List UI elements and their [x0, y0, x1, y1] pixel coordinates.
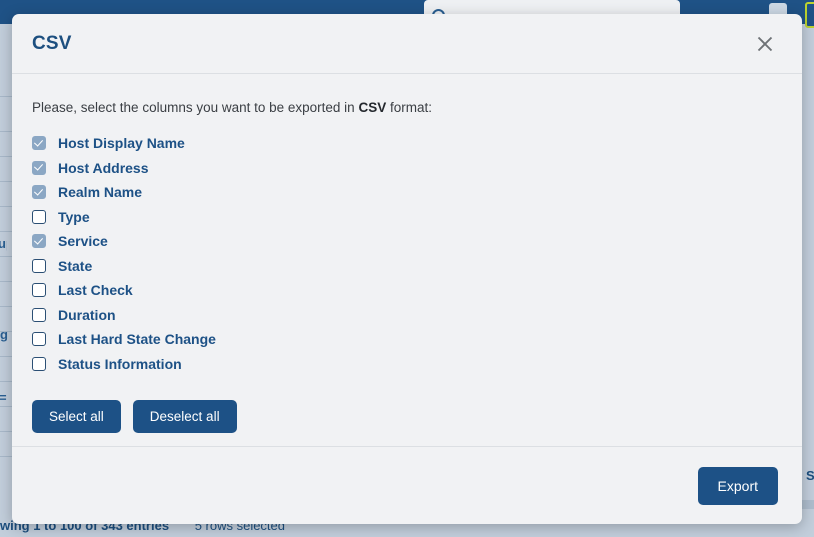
column-option-state[interactable]: State [32, 254, 782, 279]
column-option-label: Last Check [58, 282, 133, 299]
modal-footer: Export [12, 446, 802, 524]
checkbox-unchecked-icon[interactable] [32, 209, 46, 224]
modal-header: CSV [12, 14, 802, 74]
checkbox-checked-icon[interactable] [32, 185, 46, 200]
background-text-fragment-s: S [806, 468, 814, 483]
modal-body: Please, select the columns you want to b… [12, 74, 802, 446]
checkbox-checked-icon[interactable] [32, 160, 46, 175]
checkbox-unchecked-icon[interactable] [32, 356, 46, 371]
background-text-fragment-g: g [0, 327, 8, 342]
background-text-fragment-up: up [0, 236, 7, 251]
deselect-all-button[interactable]: Deselect all [132, 400, 237, 433]
close-icon [755, 34, 775, 54]
checkbox-unchecked-icon[interactable] [32, 258, 46, 273]
navbar-focused-button[interactable] [805, 2, 814, 28]
column-option-service[interactable]: Service [32, 229, 782, 254]
checkbox-checked-icon[interactable] [32, 234, 46, 249]
column-option-label: Status Information [58, 355, 182, 372]
checkbox-unchecked-icon[interactable] [32, 283, 46, 298]
column-option-label: Duration [58, 306, 116, 323]
modal-title: CSV [32, 32, 72, 54]
column-option-realm-name[interactable]: Realm Name [32, 180, 782, 205]
column-option-label: State [58, 257, 93, 274]
instruction-format-name: CSV [358, 100, 387, 115]
column-option-last-check[interactable]: Last Check [32, 278, 782, 303]
select-all-button[interactable]: Select all [32, 400, 121, 433]
column-option-label: Host Display Name [58, 135, 185, 152]
close-button[interactable] [750, 29, 780, 59]
column-option-duration[interactable]: Duration [32, 303, 782, 328]
csv-export-modal: CSV Please, select the columns you want … [12, 14, 802, 524]
column-option-label: Last Hard State Change [58, 331, 216, 348]
column-checkbox-list: Host Display Name Host Address Realm Name T… [32, 131, 782, 376]
column-option-label: Service [58, 233, 108, 250]
instruction-prefix: Please, select the columns you want to b… [32, 100, 359, 115]
bulk-action-row: Select all Deselect all [32, 400, 782, 433]
column-option-label: Realm Name [58, 184, 143, 201]
instruction-suffix: format: [386, 100, 432, 115]
checkbox-unchecked-icon[interactable] [32, 307, 46, 322]
instruction-text: Please, select the columns you want to b… [32, 100, 782, 115]
checkbox-checked-icon[interactable] [32, 136, 46, 151]
column-option-type[interactable]: Type [32, 205, 782, 230]
column-option-status-information[interactable]: Status Information [32, 352, 782, 377]
export-button[interactable]: Export [697, 466, 778, 505]
column-option-label: Type [58, 208, 90, 225]
column-option-host-address[interactable]: Host Address [32, 156, 782, 181]
background-text-fragment-eq: = [0, 390, 7, 405]
checkbox-unchecked-icon[interactable] [32, 332, 46, 347]
column-option-host-display-name[interactable]: Host Display Name [32, 131, 782, 156]
column-option-label: Host Address [58, 159, 149, 176]
column-option-last-hard-state-change[interactable]: Last Hard State Change [32, 327, 782, 352]
